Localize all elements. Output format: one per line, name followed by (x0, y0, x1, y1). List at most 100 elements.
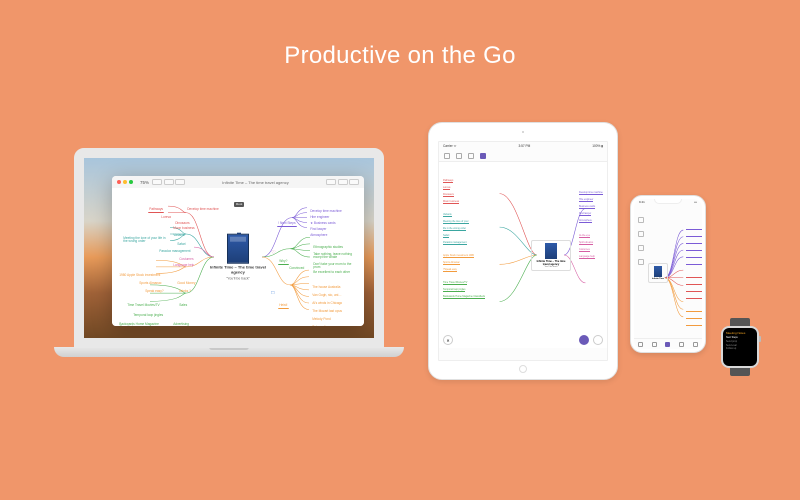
node-business-cards[interactable]: ★ Business cards (309, 221, 337, 226)
node-loreva[interactable]: Loreva (160, 215, 172, 220)
ipad-node[interactable]: Atmosphere (579, 220, 592, 223)
iphone-node[interactable] (686, 310, 702, 312)
node-costumes[interactable]: Costumes (178, 257, 195, 262)
iphone-node[interactable] (686, 290, 702, 292)
node-paradox[interactable]: Paradox management (158, 249, 192, 254)
branch-next-steps[interactable]: ! Next Steps (277, 221, 297, 227)
node-heist-5[interactable]: Pole-sudies (311, 325, 330, 326)
iphone-node[interactable] (686, 283, 702, 285)
ipad-node[interactable]: Spirit-dreams (579, 242, 593, 245)
focus-icon[interactable] (326, 179, 336, 185)
iphone-node[interactable] (686, 228, 702, 230)
watch-line-2[interactable]: Send eval (726, 344, 754, 347)
node-dev-time-machine-l[interactable]: Develop time machine (186, 207, 220, 212)
home-icon[interactable] (456, 153, 462, 159)
node-find-lawyer[interactable]: Find lawyer (309, 227, 328, 232)
watch-line-3[interactable]: Follow up (726, 347, 754, 350)
outline-icon[interactable] (152, 179, 162, 185)
link-icon[interactable] (638, 259, 644, 265)
layers-icon[interactable] (480, 153, 486, 159)
ipad-node[interactable]: Find lawyer (579, 213, 591, 216)
node-heist-4[interactable]: Melody Pond (311, 317, 332, 322)
ipad-node[interactable]: Backwards Home Magazine Classifieds (443, 296, 485, 299)
ipad-node[interactable]: Meeting the love of your (443, 221, 469, 224)
mindmap-canvas[interactable]: Root Infinite Time – The time travel age… (112, 188, 364, 326)
node-heist-1[interactable]: Van Gogh, sto, ani… (311, 293, 343, 298)
node-excellent[interactable]: Be excellent to each other (312, 270, 351, 275)
iphone-node[interactable] (686, 297, 702, 299)
x-icon[interactable]: ✕ (443, 335, 453, 345)
eye-icon[interactable] (579, 335, 589, 345)
ipad-node[interactable]: Variants (443, 214, 452, 217)
iphone-node[interactable] (686, 235, 702, 237)
share-icon[interactable] (338, 179, 348, 185)
ipad-node[interactable]: Pathways (443, 180, 453, 183)
watch-line-0[interactable]: Next Steps (726, 336, 754, 339)
ipad-center-node[interactable]: Infinite Time – The time travel agency "… (531, 240, 571, 271)
inspector-icon[interactable] (349, 179, 359, 185)
node-ethno[interactable]: Ethnographic studies (312, 245, 344, 250)
iphone-center-node[interactable]: Infinite Time (648, 263, 668, 283)
ipad-node[interactable]: Develop time machine (579, 192, 603, 195)
style-icon[interactable] (164, 179, 174, 185)
search-icon[interactable] (593, 335, 603, 345)
node-apple-stock[interactable]: 1980 Apple Stock investment (118, 273, 161, 278)
attach-icon[interactable] (175, 179, 185, 185)
ipad-node[interactable]: Moon business (443, 201, 459, 204)
iphone-node[interactable] (686, 256, 702, 258)
ipad-node[interactable]: Temporal loop jingles (443, 289, 465, 292)
ipad-node[interactable]: life in the wrong order (443, 228, 466, 231)
node-language[interactable]: Language help (172, 263, 195, 268)
watch-line-1[interactable]: Send prop (726, 340, 754, 343)
iphone-node[interactable] (686, 242, 702, 244)
ipad-node[interactable]: At-the-eye (579, 235, 590, 238)
node-dev-time-machine[interactable]: Develop time machine (309, 209, 343, 214)
iphone-mindmap[interactable]: Infinite Time (648, 211, 700, 335)
add-icon[interactable] (638, 245, 644, 251)
iphone-node[interactable] (686, 276, 702, 278)
node-heist-2[interactable]: Al's winds in Chicago (311, 301, 343, 306)
ipad-node[interactable]: Time Travel Movies/TV (443, 282, 467, 285)
more-icon[interactable] (693, 342, 698, 347)
style-icon[interactable] (679, 342, 684, 347)
node-magazine[interactable]: Backwards Home Magazine Classifieds (118, 322, 164, 326)
settings-icon[interactable] (468, 153, 474, 159)
branch-why[interactable]: Why? (278, 259, 289, 265)
node-heist-3[interactable]: The Mozart last opus (311, 309, 343, 314)
node-tv[interactable]: Time Travel Movies/TV (126, 303, 161, 308)
ipad-node[interactable]: Paradox management (443, 242, 467, 245)
node-sports[interactable]: Sports Almanac (138, 281, 163, 286)
node-atmosphere[interactable]: Atmosphere (309, 233, 329, 238)
ipad-node[interactable]: Business cards (579, 206, 595, 209)
iphone-node[interactable] (686, 263, 702, 265)
undo-icon[interactable] (638, 231, 644, 237)
node-loop[interactable]: Temporal loop jingles (132, 313, 164, 318)
ipad-node[interactable]: Safari (443, 235, 449, 238)
node-meeting[interactable]: Meeting the love of your life in the wro… (122, 236, 168, 245)
ipad-node[interactable]: Language help (579, 256, 595, 259)
branch-convinced[interactable]: Convinced (288, 266, 305, 271)
ipad-mindmap[interactable]: Infinite Time – The time travel agency "… (439, 162, 607, 348)
node-heist-0[interactable]: The house Australia (311, 285, 342, 290)
iphone-node[interactable] (686, 324, 702, 326)
watch-screen[interactable]: Meeting Notes Next Steps Send prop Send … (723, 328, 757, 366)
back-icon[interactable] (444, 153, 450, 159)
iphone-node[interactable] (686, 317, 702, 319)
ipad-node[interactable]: Loreva (443, 187, 450, 190)
node-speak-easy[interactable]: Speak easy? (144, 289, 165, 294)
menu-icon[interactable] (638, 217, 644, 223)
iphone-node[interactable] (686, 249, 702, 251)
ipad-node[interactable]: Dinosaurs (443, 194, 454, 197)
pencil-icon[interactable] (652, 342, 657, 347)
node-moon[interactable]: Moon business (172, 226, 196, 231)
ipad-node[interactable]: 1980 Apple Stock investment (443, 255, 474, 258)
node-whale[interactable]: Take nothing, leave nothing except the w… (312, 252, 360, 261)
minimize-icon[interactable] (123, 180, 127, 184)
branch-pathways[interactable]: Pathways (148, 207, 164, 213)
watch-crown[interactable] (759, 336, 761, 342)
node-hire-engineer[interactable]: Hire engineer (309, 215, 331, 220)
document-icon[interactable] (638, 342, 643, 347)
node-safari[interactable]: Safari (176, 242, 187, 247)
ipad-node[interactable]: Speak easy? (443, 269, 457, 272)
close-icon[interactable] (117, 180, 121, 184)
